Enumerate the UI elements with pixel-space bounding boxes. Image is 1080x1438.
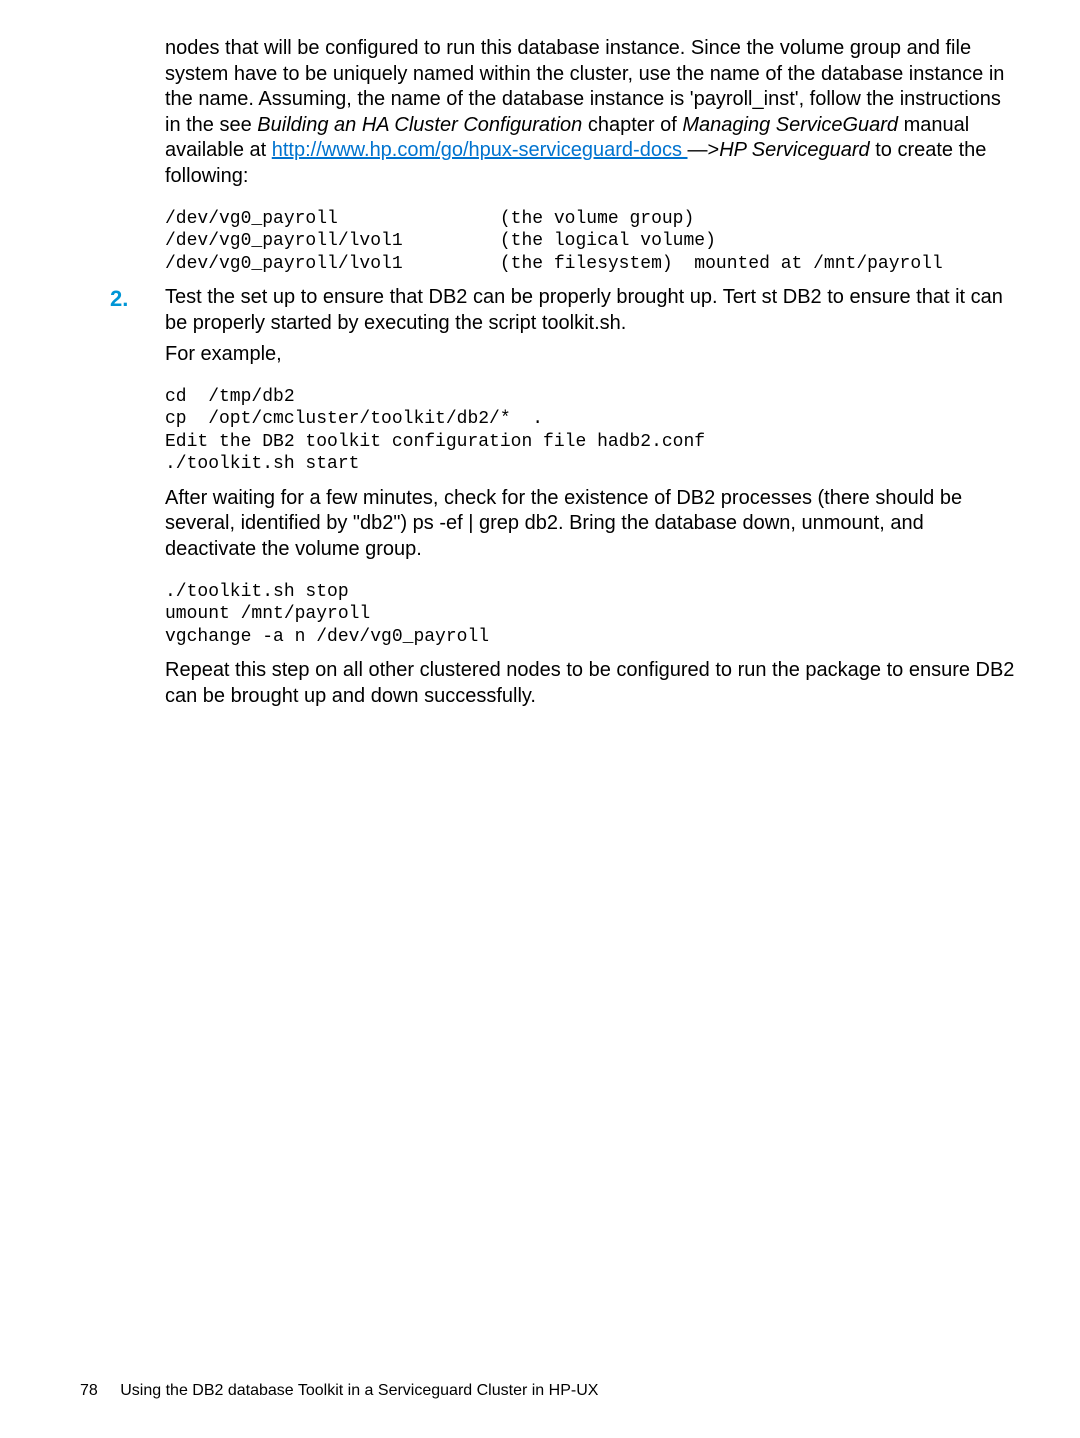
step-number: 2. xyxy=(110,285,165,312)
page-number: 78 xyxy=(80,1382,98,1399)
page: nodes that will be configured to run thi… xyxy=(0,0,1080,1438)
step-paragraph: After waiting for a few minutes, check f… xyxy=(165,486,1020,563)
code-block-devices: /dev/vg0_payroll (the volume group) /dev… xyxy=(165,208,1020,276)
step-body: Test the set up to ensure that DB2 can b… xyxy=(165,285,1020,715)
intro-block: nodes that will be configured to run thi… xyxy=(165,36,1020,275)
emphasis: HP Serviceguard xyxy=(719,139,869,161)
page-footer: 78 Using the DB2 database Toolkit in a S… xyxy=(80,1382,598,1400)
emphasis: Building an HA Cluster Configuration xyxy=(257,114,582,136)
text: —> xyxy=(688,139,720,161)
step-paragraph: For example, xyxy=(165,342,1020,368)
serviceguard-docs-link[interactable]: http://www.hp.com/go/hpux-serviceguard-d… xyxy=(272,139,688,161)
step-paragraph: Repeat this step on all other clustered … xyxy=(165,658,1020,709)
text: chapter of xyxy=(582,114,682,136)
footer-title: Using the DB2 database Toolkit in a Serv… xyxy=(120,1382,598,1399)
code-block-toolkit-start: cd /tmp/db2 cp /opt/cmcluster/toolkit/db… xyxy=(165,386,1020,476)
step-paragraph: Test the set up to ensure that DB2 can b… xyxy=(165,285,1020,336)
emphasis: Managing ServiceGuard xyxy=(682,114,898,136)
step-2: 2. Test the set up to ensure that DB2 ca… xyxy=(80,285,1020,715)
code-block-toolkit-stop: ./toolkit.sh stop umount /mnt/payroll vg… xyxy=(165,581,1020,649)
intro-paragraph: nodes that will be configured to run thi… xyxy=(165,36,1020,190)
